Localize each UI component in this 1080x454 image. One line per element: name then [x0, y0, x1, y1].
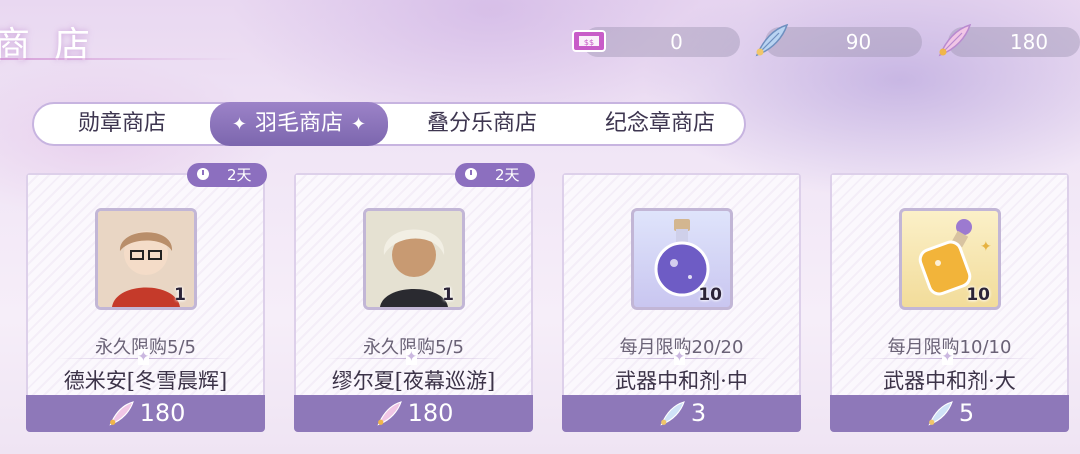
- item-name: 缪尔夏[夜幕巡游]: [331, 369, 496, 393]
- item-quantity: 10: [966, 285, 990, 305]
- price-button[interactable]: 5: [830, 395, 1069, 432]
- sparkle-icon: ✦: [231, 114, 247, 135]
- item-thumbnail: 1: [363, 208, 465, 310]
- item-thumbnail: ✦ 10: [899, 208, 1001, 310]
- tab-label: 纪念章商店: [604, 111, 715, 136]
- svg-text:✦: ✦: [980, 239, 992, 255]
- shop-item-card[interactable]: 2天 1 永久限购5/5 德米安[冬雪晨辉] 180: [26, 163, 267, 432]
- price-value: 3: [690, 399, 707, 427]
- blue-feather-icon: [928, 401, 953, 426]
- tab-label: 勋章商店: [77, 111, 166, 136]
- price-value: 180: [407, 399, 454, 427]
- shop-item-card[interactable]: 2天 1 永久限购5/5 缪尔夏[夜幕巡游] 180: [294, 163, 535, 432]
- shop-tabs: 勋章商店 ✦ 羽毛商店 ✦ 叠分乐商店 纪念章商店: [32, 102, 746, 146]
- clock-icon: [465, 168, 477, 180]
- item-quantity: 1: [442, 285, 454, 305]
- price-button[interactable]: 180: [294, 395, 533, 432]
- sparkle-icon: ✦: [351, 114, 367, 135]
- tab-label: 叠分乐商店: [426, 111, 537, 136]
- item-name: 德米安[冬雪晨辉]: [63, 369, 228, 393]
- item-quantity: 10: [698, 285, 722, 305]
- item-thumbnail: 10: [631, 208, 733, 310]
- gold-feather-icon: [109, 401, 134, 426]
- tab-commemorative-shop[interactable]: 纪念章商店: [582, 104, 738, 144]
- blue-feather-icon: [660, 401, 685, 426]
- tab-label: 羽毛商店: [254, 111, 343, 136]
- currency-blue-feather: 90: [755, 23, 922, 57]
- divider: [56, 349, 235, 365]
- svg-text:$$: $$: [584, 38, 594, 47]
- clock-icon: [197, 168, 209, 180]
- item-name: 武器中和剂·大: [883, 369, 1016, 393]
- item-name: 武器中和剂·中: [615, 369, 748, 393]
- price-value: 180: [139, 399, 186, 427]
- item-thumbnail: 1: [95, 208, 197, 310]
- shop-item-card[interactable]: ✦ 10 每月限购10/10 武器中和剂·大 5: [830, 173, 1069, 432]
- currency-ticket: $$ 0: [572, 27, 740, 57]
- item-quantity: 1: [174, 285, 186, 305]
- price-value: 5: [958, 399, 975, 427]
- tab-feather-shop[interactable]: ✦ 羽毛商店 ✦: [210, 102, 388, 146]
- price-button[interactable]: 180: [26, 395, 265, 432]
- page-title: 商店: [0, 25, 115, 66]
- price-button[interactable]: 3: [562, 395, 801, 432]
- divider: [324, 349, 503, 365]
- time-limit-badge: 2天: [187, 163, 267, 187]
- title-decoration: [0, 58, 240, 60]
- divider: [592, 349, 771, 365]
- gold-feather-icon: [938, 23, 972, 57]
- tab-medal-shop[interactable]: 勋章商店: [52, 104, 192, 144]
- divider: [860, 349, 1039, 365]
- shop-item-card[interactable]: 10 每月限购20/20 武器中和剂·中 3: [562, 173, 801, 432]
- currency-gold-feather: 180: [938, 23, 1080, 57]
- tab-stack-score-shop[interactable]: 叠分乐商店: [404, 104, 560, 144]
- gold-feather-icon: [377, 401, 402, 426]
- time-limit-badge: 2天: [455, 163, 535, 187]
- blue-feather-icon: [755, 23, 789, 57]
- ticket-icon: $$: [572, 30, 606, 52]
